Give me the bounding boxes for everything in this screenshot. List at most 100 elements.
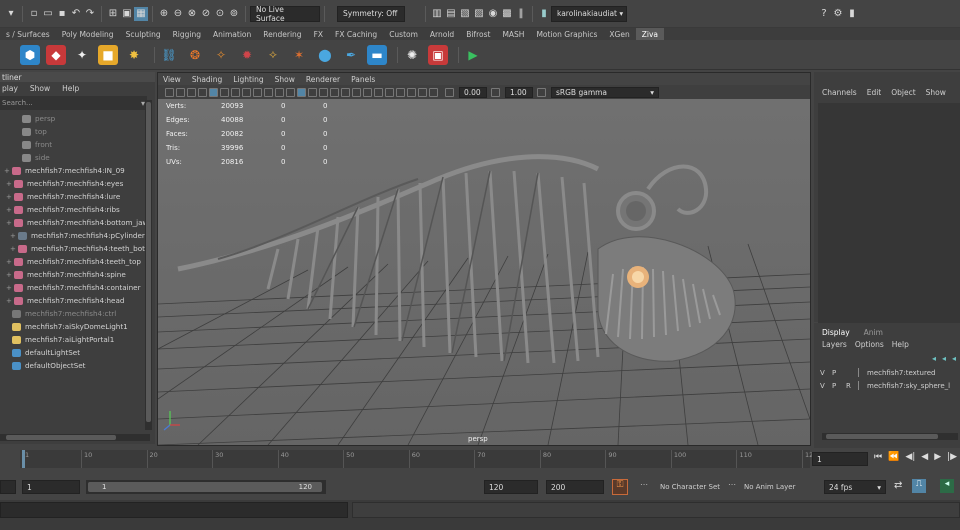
shelf-tab-7[interactable]: FX Caching — [329, 28, 383, 40]
layer-v-toggle[interactable]: V — [820, 369, 832, 377]
viewport-scene[interactable]: Verts: 20093 0 0 Edges: 40088 0 0 Faces: 20082 0 0 T… — [158, 99, 810, 445]
ziva-bone-icon[interactable]: ✦ — [72, 45, 92, 65]
ipr-render-icon[interactable]: ▧ — [458, 7, 472, 21]
go-to-start-icon[interactable]: ⏮ — [874, 452, 882, 462]
expand-icon[interactable]: + — [4, 167, 12, 175]
viewport-menu-1[interactable]: Shading — [192, 75, 222, 84]
snap-edge-icon[interactable]: ⊚ — [227, 7, 241, 21]
mel-input[interactable] — [0, 502, 348, 518]
preferences-icon[interactable]: ◂ — [940, 479, 954, 493]
wireframe-icon[interactable] — [286, 87, 295, 97]
snap-grid-icon[interactable]: ⊕ — [157, 7, 171, 21]
layer-r-toggle[interactable]: R — [846, 382, 858, 390]
layer-hscroll[interactable] — [822, 433, 958, 440]
snap-curve-icon[interactable]: ⊖ — [171, 7, 185, 21]
outliner-menu-0[interactable]: play — [2, 84, 18, 93]
layer-tab-0[interactable]: Display — [822, 328, 850, 337]
ziva-rivet-icon[interactable]: ✹ — [237, 45, 257, 65]
save-scene-icon[interactable]: ▪ — [55, 7, 69, 21]
new-scene-icon[interactable]: ▫ — [27, 7, 41, 21]
layer-tab-1[interactable]: Anim — [864, 328, 883, 337]
xray-icon[interactable] — [407, 87, 416, 97]
select-hierarchy-icon[interactable]: ⊞ — [106, 7, 120, 21]
select-camera-icon[interactable] — [165, 87, 174, 97]
fps-dropdown[interactable]: 24 fps ▾ — [824, 480, 886, 494]
shelf-tab-12[interactable]: Motion Graphics — [530, 28, 603, 40]
exposure-icon[interactable] — [445, 87, 454, 97]
symmetry-dropdown[interactable]: Symmetry: Off — [337, 5, 405, 22]
ziva-cache-icon[interactable]: ✶ — [289, 45, 309, 65]
current-time-marker[interactable] — [22, 450, 25, 468]
hypershade-icon[interactable]: ◉ — [486, 7, 500, 21]
ziva-run-icon[interactable]: ▶ — [463, 45, 483, 65]
channel-menu-1[interactable]: Edit — [867, 88, 882, 97]
layer-menu-2[interactable]: Help — [892, 340, 909, 349]
undo-icon[interactable]: ↶ — [69, 7, 83, 21]
outliner-menu-2[interactable]: Help — [62, 84, 79, 93]
outliner-item[interactable]: defaultLightSet — [4, 346, 155, 359]
shelf-tab-2[interactable]: Sculpting — [120, 28, 167, 40]
move-layer-down-icon[interactable]: ◂ — [942, 354, 946, 363]
ziva-attachment-icon[interactable]: ✸ — [124, 45, 144, 65]
ziva-muscle-icon[interactable]: ◆ — [46, 44, 66, 65]
motion-blur-icon[interactable] — [363, 87, 372, 97]
shelf-tab-0[interactable]: s / Surfaces — [0, 28, 56, 40]
ziva-line-icon[interactable]: ✧ — [211, 45, 231, 65]
move-layer-up-icon[interactable]: ◂ — [932, 354, 936, 363]
range-slider-handle[interactable]: 1 120 — [88, 482, 322, 492]
outliner-item[interactable]: + mechfish7:mechfish4:teeth_top — [4, 255, 155, 268]
field-chart-icon[interactable] — [253, 87, 262, 97]
smooth-shade-icon[interactable] — [297, 87, 306, 97]
new-layer-icon[interactable]: ◂ — [952, 354, 956, 363]
outliner-item[interactable]: + mechfish7:mechfish4:bottom_jaw — [4, 216, 155, 229]
time-slider[interactable]: 1102030405060708090100110120 1 ⏮ ⏪ ◀| ◀ … — [0, 448, 960, 470]
expand-icon[interactable]: + — [10, 245, 18, 253]
shelf-tab-10[interactable]: Bifrost — [460, 28, 496, 40]
layer-menu-1[interactable]: Options — [855, 340, 884, 349]
layer-menu-0[interactable]: Layers — [822, 340, 847, 349]
shelf-tab-3[interactable]: Rigging — [167, 28, 207, 40]
outliner-menu-1[interactable]: Show — [30, 84, 50, 93]
step-back-key-icon[interactable]: ⏪ — [888, 452, 899, 462]
loop-icon[interactable]: ⇄ — [894, 480, 902, 491]
anim-start-field[interactable] — [0, 480, 16, 494]
outliner-scrollbar[interactable] — [145, 100, 152, 430]
render-settings-icon[interactable]: ▥ — [430, 7, 444, 21]
shelf-tab-5[interactable]: Rendering — [257, 28, 307, 40]
ziva-scene-panel-icon[interactable]: ▣ — [428, 44, 448, 65]
open-scene-icon[interactable]: ▭ — [41, 7, 55, 21]
viewport-menu-3[interactable]: Show — [275, 75, 295, 84]
color-management-icon[interactable] — [537, 87, 546, 97]
layer-color-swatch[interactable] — [858, 368, 864, 377]
outliner-item[interactable]: + mechfish7:mechfish4:lure — [4, 190, 155, 203]
layer-p-toggle[interactable]: P — [832, 369, 846, 377]
gate-mask-icon[interactable] — [242, 87, 251, 97]
ziva-embedder-icon[interactable]: ⟡ — [263, 45, 283, 65]
viewport-menu-2[interactable]: Lighting — [233, 75, 263, 84]
expand-icon[interactable]: + — [6, 297, 14, 305]
redo-icon[interactable]: ↷ — [83, 7, 97, 21]
layer-p-toggle[interactable]: P — [832, 382, 846, 390]
channel-menu-2[interactable]: Object — [891, 88, 915, 97]
play-backward-icon[interactable]: ◀ — [921, 452, 928, 462]
expand-icon[interactable]: + — [6, 180, 14, 188]
ziva-cloth-icon[interactable]: ■ — [98, 44, 118, 65]
outliner-scrollbar-thumb[interactable] — [146, 102, 151, 422]
render-view-icon[interactable]: ▨ — [472, 7, 486, 21]
shelf-tab-6[interactable]: FX — [308, 28, 329, 40]
outliner-item[interactable]: + mechfish7:mechfish4:IN_09 — [4, 164, 155, 177]
outliner-hscroll-thumb[interactable] — [6, 435, 116, 440]
pause-icon[interactable]: ‖ — [514, 7, 528, 21]
range-slider[interactable]: 1 120 — [86, 480, 326, 494]
shelf-tab-1[interactable]: Poly Modeling — [56, 28, 120, 40]
bookmark-icon[interactable] — [187, 87, 196, 97]
depth-of-field-icon[interactable] — [385, 87, 394, 97]
layer-row[interactable]: V Pmechfish7:textured — [820, 366, 960, 379]
ziva-link-icon[interactable]: ⛓ — [159, 45, 179, 65]
ziva-settings-icon[interactable]: ✺ — [402, 45, 422, 65]
safe-title-icon[interactable] — [275, 87, 284, 97]
step-forward-frame-icon[interactable]: |▶ — [947, 452, 957, 462]
snap-point-icon[interactable]: ⊗ — [185, 7, 199, 21]
shadows-icon[interactable] — [341, 87, 350, 97]
gamma-icon[interactable] — [491, 87, 500, 97]
